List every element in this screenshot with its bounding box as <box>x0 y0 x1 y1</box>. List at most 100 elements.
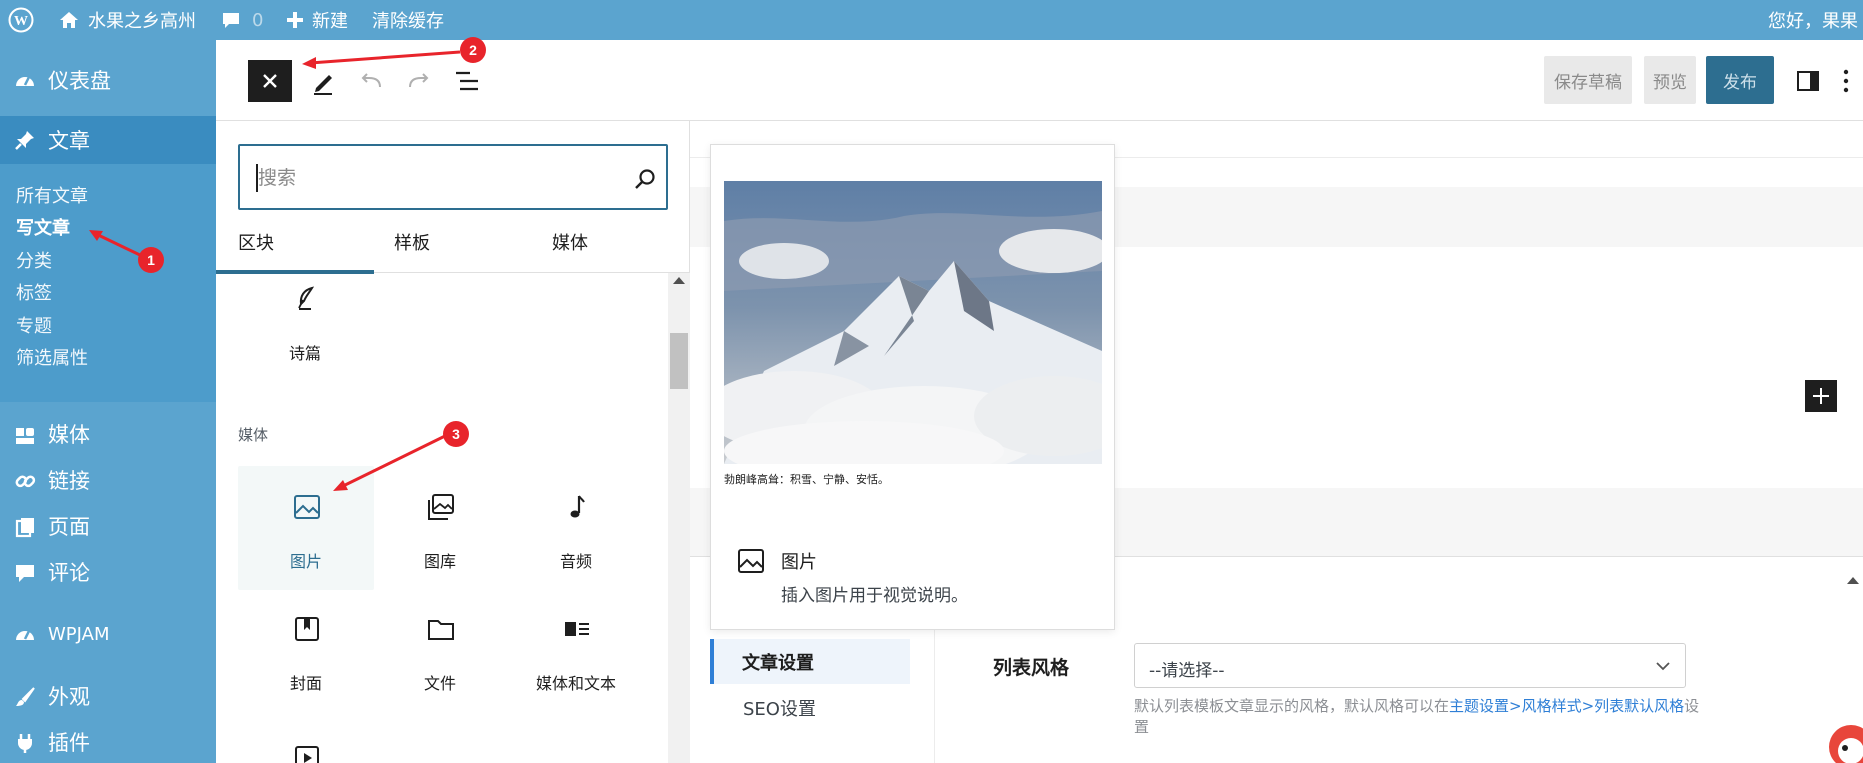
block-file-label: 文件 <box>423 674 456 693</box>
block-audio-label: 音频 <box>559 552 592 571</box>
block-audio[interactable]: 音频 <box>508 466 644 590</box>
nav-post-settings[interactable]: 文章设置 <box>710 639 910 684</box>
comments-link[interactable]: 0 <box>220 0 263 40</box>
plug-icon <box>18 734 32 753</box>
menu-media-label: 媒体 <box>48 423 90 447</box>
block-image[interactable]: 图片 <box>238 466 374 590</box>
close-inserter-button[interactable] <box>248 60 292 102</box>
image-icon <box>738 549 764 573</box>
list-style-select[interactable]: --请选择-- <box>1134 643 1686 688</box>
block-media-text-label: 媒体和文本 <box>535 674 616 693</box>
redo-button[interactable] <box>402 64 436 98</box>
save-draft-button[interactable]: 保存草稿 <box>1544 56 1632 104</box>
scroll-thumb[interactable] <box>670 333 688 389</box>
site-name: 水果之乡高州 <box>88 11 196 32</box>
block-verse[interactable]: 诗篇 <box>237 276 373 400</box>
theme-settings-link[interactable]: 主题设置>风格样式>列表默认风格 <box>1449 697 1684 715</box>
menu-wpjam-label: WPJAM <box>48 623 110 645</box>
undo-button[interactable] <box>354 64 388 98</box>
nav-seo-settings[interactable]: SEO设置 <box>743 695 816 721</box>
settings-panel-button[interactable] <box>1791 64 1825 98</box>
annotation-2: 2 <box>460 37 486 63</box>
mascot-avatar <box>1829 725 1863 763</box>
preview-block-description: 插入图片用于视觉说明。 <box>781 586 968 606</box>
submenu-categories[interactable]: 分类 <box>16 247 52 273</box>
image-caption: 勃朗峰高耸：积雪、宁静、安恬。 <box>724 473 889 486</box>
block-file[interactable]: 文件 <box>372 590 508 714</box>
scroll-up-arrow[interactable] <box>673 277 685 284</box>
document-outline-button[interactable] <box>450 64 484 98</box>
plus-icon <box>1813 388 1829 404</box>
menu-dashboard-label: 仪表盘 <box>48 69 111 93</box>
new-content-link[interactable]: 新建 <box>286 0 348 40</box>
menu-posts-label: 文章 <box>48 129 90 153</box>
page-icon <box>15 518 34 538</box>
tools-button[interactable] <box>306 64 340 98</box>
submenu-all-posts[interactable]: 所有文章 <box>16 182 88 208</box>
gauge-icon <box>16 630 34 640</box>
block-verse-label: 诗篇 <box>288 344 321 363</box>
inserter-scrollbar[interactable] <box>668 273 690 763</box>
submenu-topics[interactable]: 专题 <box>16 312 52 338</box>
mountain-preview-image <box>724 181 1102 464</box>
comment-icon <box>223 13 239 28</box>
list-view-icon <box>456 71 478 91</box>
wordpress-logo-icon[interactable]: W <box>8 0 34 40</box>
undo-icon <box>361 73 381 88</box>
video-icon <box>295 746 319 763</box>
search-input[interactable] <box>258 164 598 192</box>
block-gallery-label: 图库 <box>423 552 456 571</box>
block-image-label: 图片 <box>289 552 322 571</box>
menu-dashboard[interactable]: 仪表盘 <box>0 58 216 102</box>
block-cover[interactable]: 封面 <box>238 590 374 714</box>
desc-text: 默认列表模板文章显示的风格，默认风格可以在 <box>1134 697 1450 715</box>
submenu-tags[interactable]: 标签 <box>16 279 52 305</box>
new-label: 新建 <box>312 11 348 32</box>
more-options-button[interactable] <box>1834 64 1858 98</box>
svg-text:W: W <box>14 14 28 29</box>
clear-cache-link[interactable]: 清除缓存 <box>372 0 444 40</box>
site-home-link[interactable]: 水果之乡高州 <box>58 0 196 40</box>
block-media-text[interactable]: 媒体和文本 <box>508 590 644 714</box>
pencil-icon <box>314 75 332 95</box>
comment-icon <box>16 565 34 582</box>
menu-appearance[interactable]: 外观 <box>0 674 216 718</box>
list-style-label: 列表风格 <box>993 657 1070 679</box>
block-video[interactable] <box>238 720 374 763</box>
menu-comments[interactable]: 评论 <box>0 550 216 594</box>
clear-cache-label: 清除缓存 <box>372 11 444 32</box>
category-media-heading: 媒体 <box>238 426 269 444</box>
pin-icon <box>15 131 34 150</box>
annotation-1: 1 <box>138 247 164 273</box>
menu-plugins[interactable]: 插件 <box>0 720 216 763</box>
collapse-arrow-icon[interactable] <box>1847 577 1859 584</box>
block-preview-popover: 勃朗峰高耸：积雪、宁静、安恬。 图片 插入图片用于视觉说明。 <box>710 144 1115 630</box>
redo-icon <box>409 73 429 88</box>
submenu-write-post[interactable]: 写文章 <box>16 214 70 240</box>
brush-icon <box>16 687 35 706</box>
menu-posts[interactable]: 文章 <box>0 116 216 164</box>
plus-icon <box>287 12 303 28</box>
menu-wpjam[interactable]: WPJAM <box>0 612 216 656</box>
block-cover-label: 封面 <box>289 674 322 693</box>
submenu-filter-attributes[interactable]: 筛选属性 <box>16 344 88 370</box>
block-gallery[interactable]: 图库 <box>372 466 508 590</box>
menu-media[interactable]: 媒体 <box>0 412 216 456</box>
verse-icon <box>298 286 315 310</box>
audio-icon <box>570 495 585 518</box>
menu-pages[interactable]: 页面 <box>0 504 216 548</box>
menu-plugins-label: 插件 <box>48 731 90 755</box>
admin-bar: W 水果之乡高州 0 新建 清除缓存 您好，果果 <box>0 0 1863 40</box>
add-block-button[interactable] <box>1805 380 1837 412</box>
preview-button[interactable]: 预览 <box>1644 56 1696 104</box>
more-vertical-icon <box>1843 69 1849 93</box>
preview-block-title: 图片 <box>781 552 817 573</box>
inserter-search[interactable] <box>238 144 668 210</box>
posts-submenu: 所有文章 写文章 分类 标签 专题 筛选属性 <box>0 164 216 402</box>
user-greeting[interactable]: 您好，果果 <box>1768 0 1858 40</box>
file-icon <box>428 620 454 640</box>
menu-links[interactable]: 链接 <box>0 458 216 502</box>
list-style-description: 默认列表模板文章显示的风格，默认风格可以在主题设置>风格样式>列表默认风格设置 <box>1134 696 1704 738</box>
publish-button[interactable]: 发布 <box>1706 56 1774 104</box>
menu-links-label: 链接 <box>48 469 90 493</box>
